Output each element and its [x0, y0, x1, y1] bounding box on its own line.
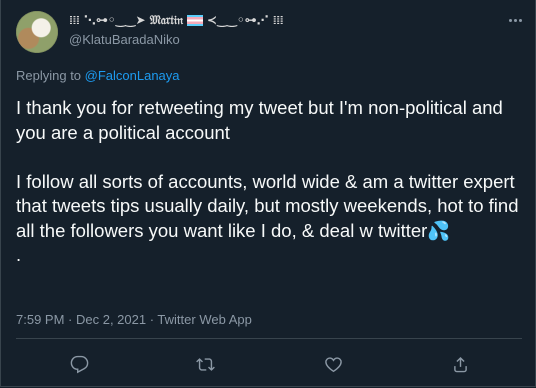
retweet-button[interactable]: [188, 350, 222, 378]
like-icon: [324, 356, 342, 372]
mention-link[interactable]: @FalconLanaya: [85, 68, 180, 83]
avatar[interactable]: [16, 11, 58, 53]
tweet-paragraph: I follow all sorts of accounts, world wi…: [16, 170, 519, 241]
action-bar: [1, 350, 536, 378]
tweet-source: Twitter Web App: [157, 312, 252, 327]
display-name-suffix[interactable]: ≺‿‿◦⊶⋰ 𝍖: [207, 13, 284, 27]
divider: [16, 338, 522, 339]
replying-to-label: Replying to: [16, 68, 85, 83]
tweet-paragraph: .: [16, 244, 22, 265]
trans-flag-icon: [187, 14, 204, 26]
tweet-text: I thank you for retweeting my tweet but …: [16, 96, 526, 268]
tweet-date[interactable]: Dec 2, 2021: [76, 312, 146, 327]
author-name-row[interactable]: 𝍖 ⋱⊶◦‿‿➤ 𝔐𝔞𝔯𝔱𝔦𝔫 ≺‿‿◦⊶⋰ 𝍖: [69, 11, 284, 29]
tweet-time[interactable]: 7:59 PM: [16, 312, 64, 327]
meta-separator: ·: [64, 312, 76, 327]
share-button[interactable]: [443, 350, 477, 378]
share-icon: [453, 356, 467, 372]
meta-separator: ·: [146, 312, 158, 327]
retweet-icon: [195, 357, 215, 371]
more-icon[interactable]: [505, 12, 525, 28]
reply-icon: [70, 355, 88, 373]
author-handle[interactable]: @KlatuBaradaNiko: [69, 32, 180, 47]
like-button[interactable]: [316, 350, 350, 378]
replying-to: Replying to @FalconLanaya: [16, 68, 180, 83]
tweet-card: 𝍖 ⋱⊶◦‿‿➤ 𝔐𝔞𝔯𝔱𝔦𝔫 ≺‿‿◦⊶⋰ 𝍖 @KlatuBaradaNik…: [0, 0, 536, 387]
reply-button[interactable]: [62, 350, 96, 378]
tweet-paragraph: I thank you for retweeting my tweet but …: [16, 97, 503, 143]
display-name[interactable]: 𝍖 ⋱⊶◦‿‿➤ 𝔐𝔞𝔯𝔱𝔦𝔫: [69, 13, 183, 28]
tweet-meta: 7:59 PM · Dec 2, 2021 · Twitter Web App: [16, 312, 252, 327]
